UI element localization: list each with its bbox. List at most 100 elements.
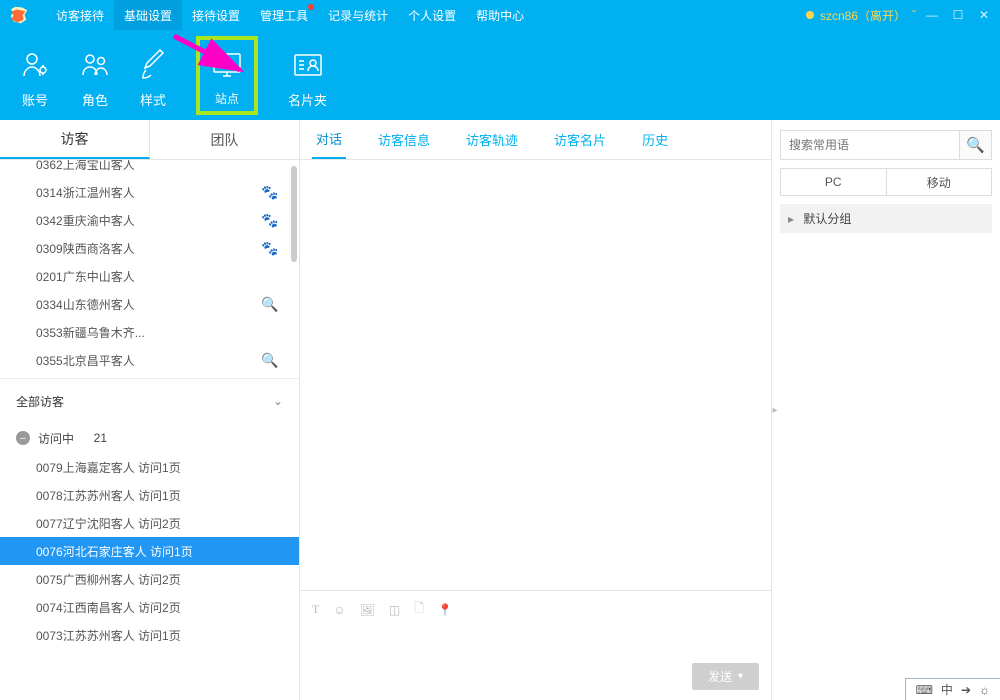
visitor-name: 0362上海宝山客人 [36,160,135,173]
session-row[interactable]: 0077辽宁沈阳客人 访问2页 [0,509,299,537]
paw-icon: 🐾 [261,240,275,257]
tool-label: 站点 [215,90,239,107]
session-row[interactable]: 0078江苏苏州客人 访问1页 [0,481,299,509]
ime-lang: 中 [941,681,953,698]
phrase-search: 🔍 [780,130,992,160]
menu-label: 帮助中心 [476,7,524,24]
collapse-icon: – [16,431,30,445]
conversation-tab[interactable]: 访客信息 [374,120,434,159]
text-format-icon[interactable]: T [312,602,319,617]
crop-icon[interactable]: ◫ [389,603,400,617]
user-status[interactable]: szcn86（离开） ˇ [806,7,916,24]
visitor-name: 0309陕西商洛客人 [36,240,135,257]
tool-card[interactable]: 名片夹 [288,48,327,109]
menu-item[interactable]: 管理工具 [250,0,318,30]
left-tab[interactable]: 团队 [150,120,299,159]
menu-label: 基础设置 [124,7,172,24]
paw-icon: 🐾 [261,184,275,201]
tool-account[interactable]: 账号 [20,48,50,109]
all-visitors-label: 全部访客 [16,393,64,410]
visiting-group[interactable]: – 访问中 21 [0,423,299,453]
ime-extra-icon: ☼ [979,683,990,697]
card-icon [292,48,324,82]
session-row[interactable]: 0076河北石家庄客人 访问1页 [0,537,299,565]
menu-label: 记录与统计 [328,7,388,24]
file-icon[interactable]: 🗋 [414,599,424,620]
menu-item[interactable]: 帮助中心 [466,0,534,30]
visitor-row[interactable]: 0309陕西商洛客人 🐾 [0,234,299,262]
conversation-tab[interactable]: 历史 [638,120,672,159]
tool-role[interactable]: 角色 [80,48,110,109]
status-bullet-icon [806,11,814,19]
panel-expand-handle[interactable]: ▸ [771,385,779,435]
tool-style[interactable]: 样式 [140,48,166,109]
conversation-tab[interactable]: 对话 [312,120,346,159]
visitor-name: 0314浙江温州客人 [36,184,135,201]
visitor-name: 0201广东中山客人 [36,268,135,285]
close-button[interactable]: ✕ [974,5,994,25]
maximize-button[interactable]: ☐ [948,5,968,25]
ime-bar[interactable]: ⌨ 中 ➔ ☼ [905,678,1000,700]
visitor-row[interactable]: 0353新疆乌鲁木齐... [0,318,299,346]
menu-item[interactable]: 访客接待 [46,0,114,30]
send-label: 发送 [708,668,732,685]
visitor-name: 0355北京昌平客人 [36,352,135,369]
session-row[interactable]: 0073江苏苏州客人 访问1页 [0,621,299,649]
chevron-down-icon: ˇ [912,8,916,22]
ime-mode-icon: ➔ [961,683,971,697]
visitor-name: 0334山东德州客人 [36,296,135,313]
visiting-label: 访问中 [38,430,74,447]
location-icon[interactable]: 📍 [438,603,453,617]
q-icon: 🔍 [261,296,275,313]
device-tab[interactable]: PC [781,169,887,195]
visitor-row[interactable]: 0342重庆渝中客人 🐾 [0,206,299,234]
phrase-search-input[interactable] [781,138,959,152]
conversation-tab[interactable]: 访客名片 [550,120,610,159]
menu-label: 访客接待 [56,7,104,24]
user-label: szcn86（离开） [820,7,906,24]
minimize-button[interactable]: — [922,5,942,25]
session-row[interactable]: 0075广西柳州客人 访问2页 [0,565,299,593]
visitor-row[interactable]: 0355北京昌平客人 🔍 [0,346,299,374]
session-row[interactable]: 0074江西南昌客人 访问2页 [0,593,299,621]
device-tab[interactable]: 移动 [887,169,992,195]
visitor-name: 0353新疆乌鲁木齐... [36,324,145,341]
menu-item[interactable]: 基础设置 [114,0,182,30]
menu-item[interactable]: 记录与统计 [318,0,398,30]
tool-label: 样式 [140,90,166,109]
visitor-row[interactable]: 0362上海宝山客人 [0,160,299,178]
site-icon [210,48,244,82]
menu-item[interactable]: 接待设置 [182,0,250,30]
tool-label: 账号 [22,90,48,109]
scrollbar[interactable] [291,166,297,262]
tool-site[interactable]: 站点 [210,48,244,107]
menu-label: 接待设置 [192,7,240,24]
send-button[interactable]: 发送 ▾ [692,663,759,690]
left-tab[interactable]: 访客 [0,120,150,159]
app-logo [8,4,30,26]
default-group[interactable]: 默认分组 [780,204,992,233]
chevron-down-icon[interactable]: ⌄ [273,394,283,408]
visitor-row[interactable]: 0201广东中山客人 [0,262,299,290]
visitor-row[interactable]: 0334山东德州客人 🔍 [0,290,299,318]
session-row[interactable]: 0079上海嘉定客人 访问1页 [0,453,299,481]
visitor-row[interactable]: 0314浙江温州客人 🐾 [0,178,299,206]
all-visitors-header[interactable]: 全部访客 ⌄ [0,379,299,423]
ime-keyboard-icon: ⌨ [916,683,933,697]
chat-body [300,160,771,590]
message-input[interactable] [312,620,759,663]
image-icon[interactable]: 🖼 [360,603,375,617]
chevron-down-icon: ▾ [738,671,743,682]
menu-item[interactable]: 个人设置 [398,0,466,30]
q-icon: 🔍 [261,352,275,369]
role-icon [80,48,110,82]
notification-dot-icon [308,4,314,10]
conversation-tab[interactable]: 访客轨迹 [462,120,522,159]
search-button[interactable]: 🔍 [959,131,991,159]
menu-label: 管理工具 [260,7,308,24]
menu-label: 个人设置 [408,7,456,24]
visitor-name: 0342重庆渝中客人 [36,212,135,229]
tool-label: 名片夹 [288,90,327,109]
emoji-icon[interactable]: ☺ [333,603,345,617]
paw-icon: 🐾 [261,212,275,229]
